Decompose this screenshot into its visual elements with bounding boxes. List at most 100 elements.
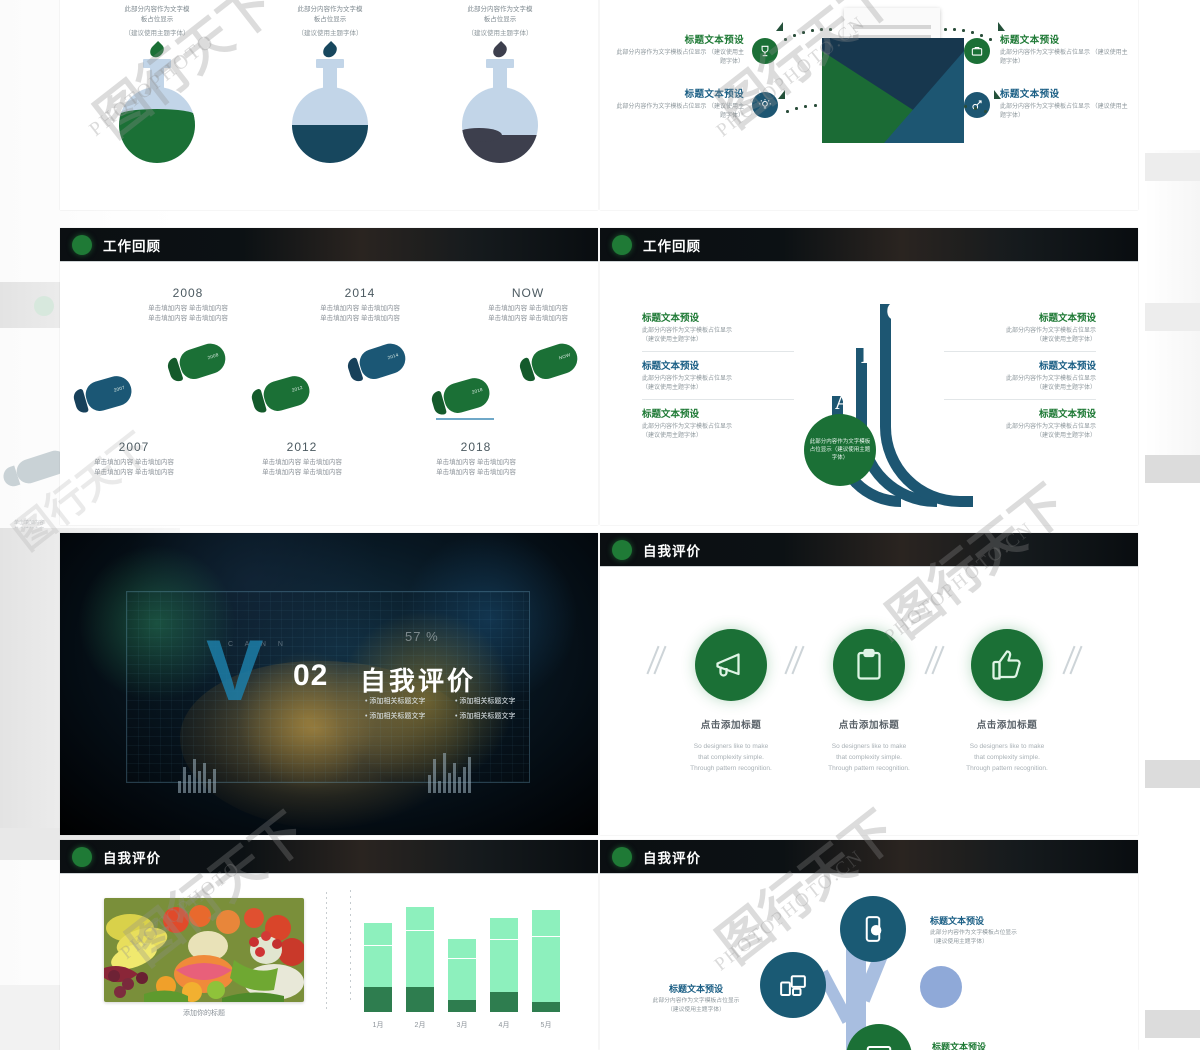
envelope-label[interactable]: 标题文本预设 此部分内容作为文字模板占位显示 （建议使用主题字体）: [1000, 86, 1130, 120]
abc-item[interactable]: 标题文本预设 此部分内容作为文字模板占位显示 （建议使用主题字体）: [642, 406, 794, 447]
label-desc: 此部分内容作为文字模板占位显示 （建议使用主题字体）: [1000, 104, 1128, 119]
droplet-icon: [320, 40, 340, 61]
flask-title: 标题文本预设: [72, 0, 242, 2]
slide-header: 自我评价: [60, 840, 598, 873]
photo-caption: 添加你的标题: [183, 1010, 225, 1017]
timeline-text: 单击填加内容 单击填加内容 单击填加内容 单击填加内容: [320, 305, 400, 322]
flask-shape: [415, 40, 585, 173]
trio-item[interactable]: 点击添加标题 So designers like to make that com…: [658, 629, 804, 774]
envelope-label[interactable]: 标题文本预设 此部分内容作为文字模板占位显示 （建议使用主题字体）: [614, 86, 744, 120]
slide-tree[interactable]: 自我评价 $ 标题文本预设 此部分内容作为文字模板占位显示 （建议使用主题字体） …: [600, 840, 1138, 1050]
slide-header-title: 自我评价: [643, 850, 701, 866]
footprint-icon: NOW: [517, 339, 582, 386]
slide-header-title: 自我评价: [643, 543, 701, 559]
slide-abc[interactable]: 工作回顾 标题文本预设 此部分内容作为文字模板占位显示 （建议使用主题字体） 标题…: [600, 228, 1138, 525]
abc-center-circle[interactable]: 此部分内容作为文字模板占位显示（建议使用主题字体）: [804, 414, 876, 486]
label-title: 标题文本预设: [684, 35, 744, 46]
flask-item[interactable]: 标题文本预设 此部分内容作为文字模板占位显示 （建议使用主题字体）: [72, 0, 242, 173]
envelope-label[interactable]: 标题文本预设 此部分内容作为文字模板占位显示 （建议使用主题字体）: [1000, 32, 1130, 66]
timeline-entry-2008[interactable]: 2008 单击填加内容 单击填加内容 单击填加内容 单击填加内容: [118, 286, 258, 324]
tree-label-title: 标题文本预设: [932, 1042, 987, 1050]
bar-column-2: [406, 900, 434, 1012]
slide-trio[interactable]: 自我评价 点击添加标题 So designers like to make tha…: [600, 533, 1138, 835]
envelope-label[interactable]: 标题文本预设 此部分内容作为文字模板占位显示 （建议使用主题字体）: [614, 32, 744, 66]
flask-bulb: [119, 87, 195, 163]
arrow-icon: [776, 22, 783, 31]
abc-item-desc: 此部分内容作为文字模板占位显示 （建议使用主题字体）: [642, 376, 733, 391]
flask-title: 标题文本预设: [245, 0, 415, 2]
bullet-dot-icon: [612, 846, 632, 867]
bar-segment-base: [532, 1001, 560, 1012]
devices-icon[interactable]: [760, 952, 826, 1018]
decor-letter-v: V: [206, 623, 264, 719]
timeline-text: 单击填加内容 单击填加内容 单击填加内容 单击填加内容: [262, 459, 342, 476]
tree-label[interactable]: 标题文本预设 此部分内容作为文字模板占位显示（建议使用主题字体）: [636, 982, 756, 1014]
flask-liquid: [292, 125, 368, 163]
footprint-icon: 2018: [429, 374, 494, 420]
flask-item[interactable]: 标题文本预设 此部分内容作为文字模板占位显示 （建议使用主题字体）: [415, 0, 585, 173]
timeline-year: 2014: [344, 286, 376, 300]
x-tick-label: 1月: [372, 1022, 384, 1029]
bar-segment-mid: [532, 935, 560, 1002]
lightbulb-icon[interactable]: [752, 92, 778, 118]
slide-header: 自我评价: [600, 840, 1138, 873]
timeline-year: 2007: [118, 440, 150, 454]
timeline-year: 2012: [286, 440, 318, 454]
flask-liquid: [119, 109, 195, 163]
arrow-icon: [998, 22, 1005, 31]
flask-note: （建议使用主题字体）: [297, 30, 363, 37]
hero-section-number: 02: [293, 659, 329, 692]
tree-label[interactable]: 标题文本预设 此部分内容作为文字模板占位显示（建议使用主题字体）: [930, 914, 1050, 946]
tree-label-desc: 此部分内容作为文字模板占位显示 （建议使用主题字体）: [930, 930, 1017, 945]
timeline-entry-2007[interactable]: 2007 单击填加内容 单击填加内容 单击填加内容 单击填加内容: [64, 440, 204, 478]
timeline-entry-now[interactable]: NOW 单击填加内容 单击填加内容 单击填加内容 单击填加内容: [458, 286, 598, 324]
x-tick-label: 2月: [414, 1022, 426, 1029]
slide-grid: 标题文本预设 此部分内容作为文字模板占位显示 （建议使用主题字体）: [60, 0, 1140, 1050]
produce-photo: [104, 898, 304, 1002]
bar-segment-top: [490, 918, 518, 940]
trio-item[interactable]: 点击添加标题 So designers like to make that com…: [934, 629, 1080, 774]
slide-chart[interactable]: 自我评价 添加你的标题 1月 2月 3月 4月 5月: [60, 840, 598, 1050]
flask-desc: 此部分内容作为文字模 板占位显示: [297, 6, 363, 23]
timeline-entry-2014[interactable]: 2014 单击填加内容 单击填加内容 单击填加内容 单击填加内容: [290, 286, 430, 324]
slide-flasks[interactable]: 标题文本预设 此部分内容作为文字模板占位显示 （建议使用主题字体）: [60, 0, 598, 210]
footprint-icon: 2014: [345, 339, 410, 386]
flask-bulb: [462, 87, 538, 163]
tree-label-title: 标题文本预设: [930, 916, 985, 926]
flask-desc: 此部分内容作为文字模 板占位显示: [124, 6, 190, 23]
tree-label[interactable]: 标题文本预设 此部分内容作为文字模板占位显示（建议使用主题字体）: [932, 1040, 1052, 1050]
flask-desc: 此部分内容作为文字模 板占位显示: [467, 6, 533, 23]
abc-item[interactable]: 标题文本预设 此部分内容作为文字模板占位显示 （建议使用主题字体）: [642, 358, 794, 400]
timeline-year: 2008: [172, 286, 204, 300]
ghost-bullet-icon: [34, 296, 54, 316]
timeline-entry-2018[interactable]: 2018 单击填加内容 单击填加内容 单击填加内容 单击填加内容: [406, 440, 546, 478]
bar-segment-mid: [406, 930, 434, 988]
slide-timeline[interactable]: 工作回顾 2008 单击填加内容 单击填加内容 单击填加内容 单击填加内容 201…: [60, 228, 598, 525]
timeline-entry-2012[interactable]: 2012 单击填加内容 单击填加内容 单击填加内容 单击填加内容: [232, 440, 372, 478]
droplet-icon: [490, 40, 510, 61]
flask-shape: [72, 40, 242, 173]
trio-item[interactable]: 点击添加标题 So designers like to make that com…: [796, 629, 942, 774]
bar-column-4: [490, 900, 518, 1012]
mobile-payment-icon[interactable]: $: [840, 896, 906, 962]
trophy-icon[interactable]: [752, 38, 778, 64]
envelope-icon: [822, 38, 964, 143]
footprint-icon: 2012: [249, 372, 314, 418]
hud-bars: [428, 747, 471, 793]
chart-section: 添加你的标题 1月 2月 3月 4月 5月: [60, 874, 598, 1050]
hero-background: C A N N 57 % V 02 自我评价 添加相关标题文字 添加相关标题文字…: [60, 533, 598, 835]
footprint-icon: 2007: [71, 372, 136, 418]
clipboard-icon[interactable]: [833, 629, 905, 701]
slide-envelope[interactable]: 标题文本预设 此部分内容作为文字模板占位显示 （建议使用主题字体） 标题文本预设…: [600, 0, 1138, 210]
slide-hero[interactable]: C A N N 57 % V 02 自我评价 添加相关标题文字 添加相关标题文字…: [60, 533, 598, 835]
thumbs-up-icon[interactable]: [971, 629, 1043, 701]
abc-item[interactable]: 标题文本预设 此部分内容作为文字模板占位显示 （建议使用主题字体）: [642, 310, 794, 352]
bar-segment-top: [532, 910, 560, 936]
megaphone-icon[interactable]: [695, 629, 767, 701]
hero-bullet: 添加相关标题文字: [455, 696, 515, 706]
flask-item[interactable]: 标题文本预设 此部分内容作为文字模板占位显示 （建议使用主题字体）: [245, 0, 415, 173]
droplet-icon: [147, 40, 167, 61]
bar-segment-base: [406, 987, 434, 1012]
bar-segment-base: [490, 991, 518, 1012]
tree-diagram: $ 标题文本预设 此部分内容作为文字模板占位显示 （建议使用主题字体） 标题文本预…: [600, 874, 1138, 1050]
